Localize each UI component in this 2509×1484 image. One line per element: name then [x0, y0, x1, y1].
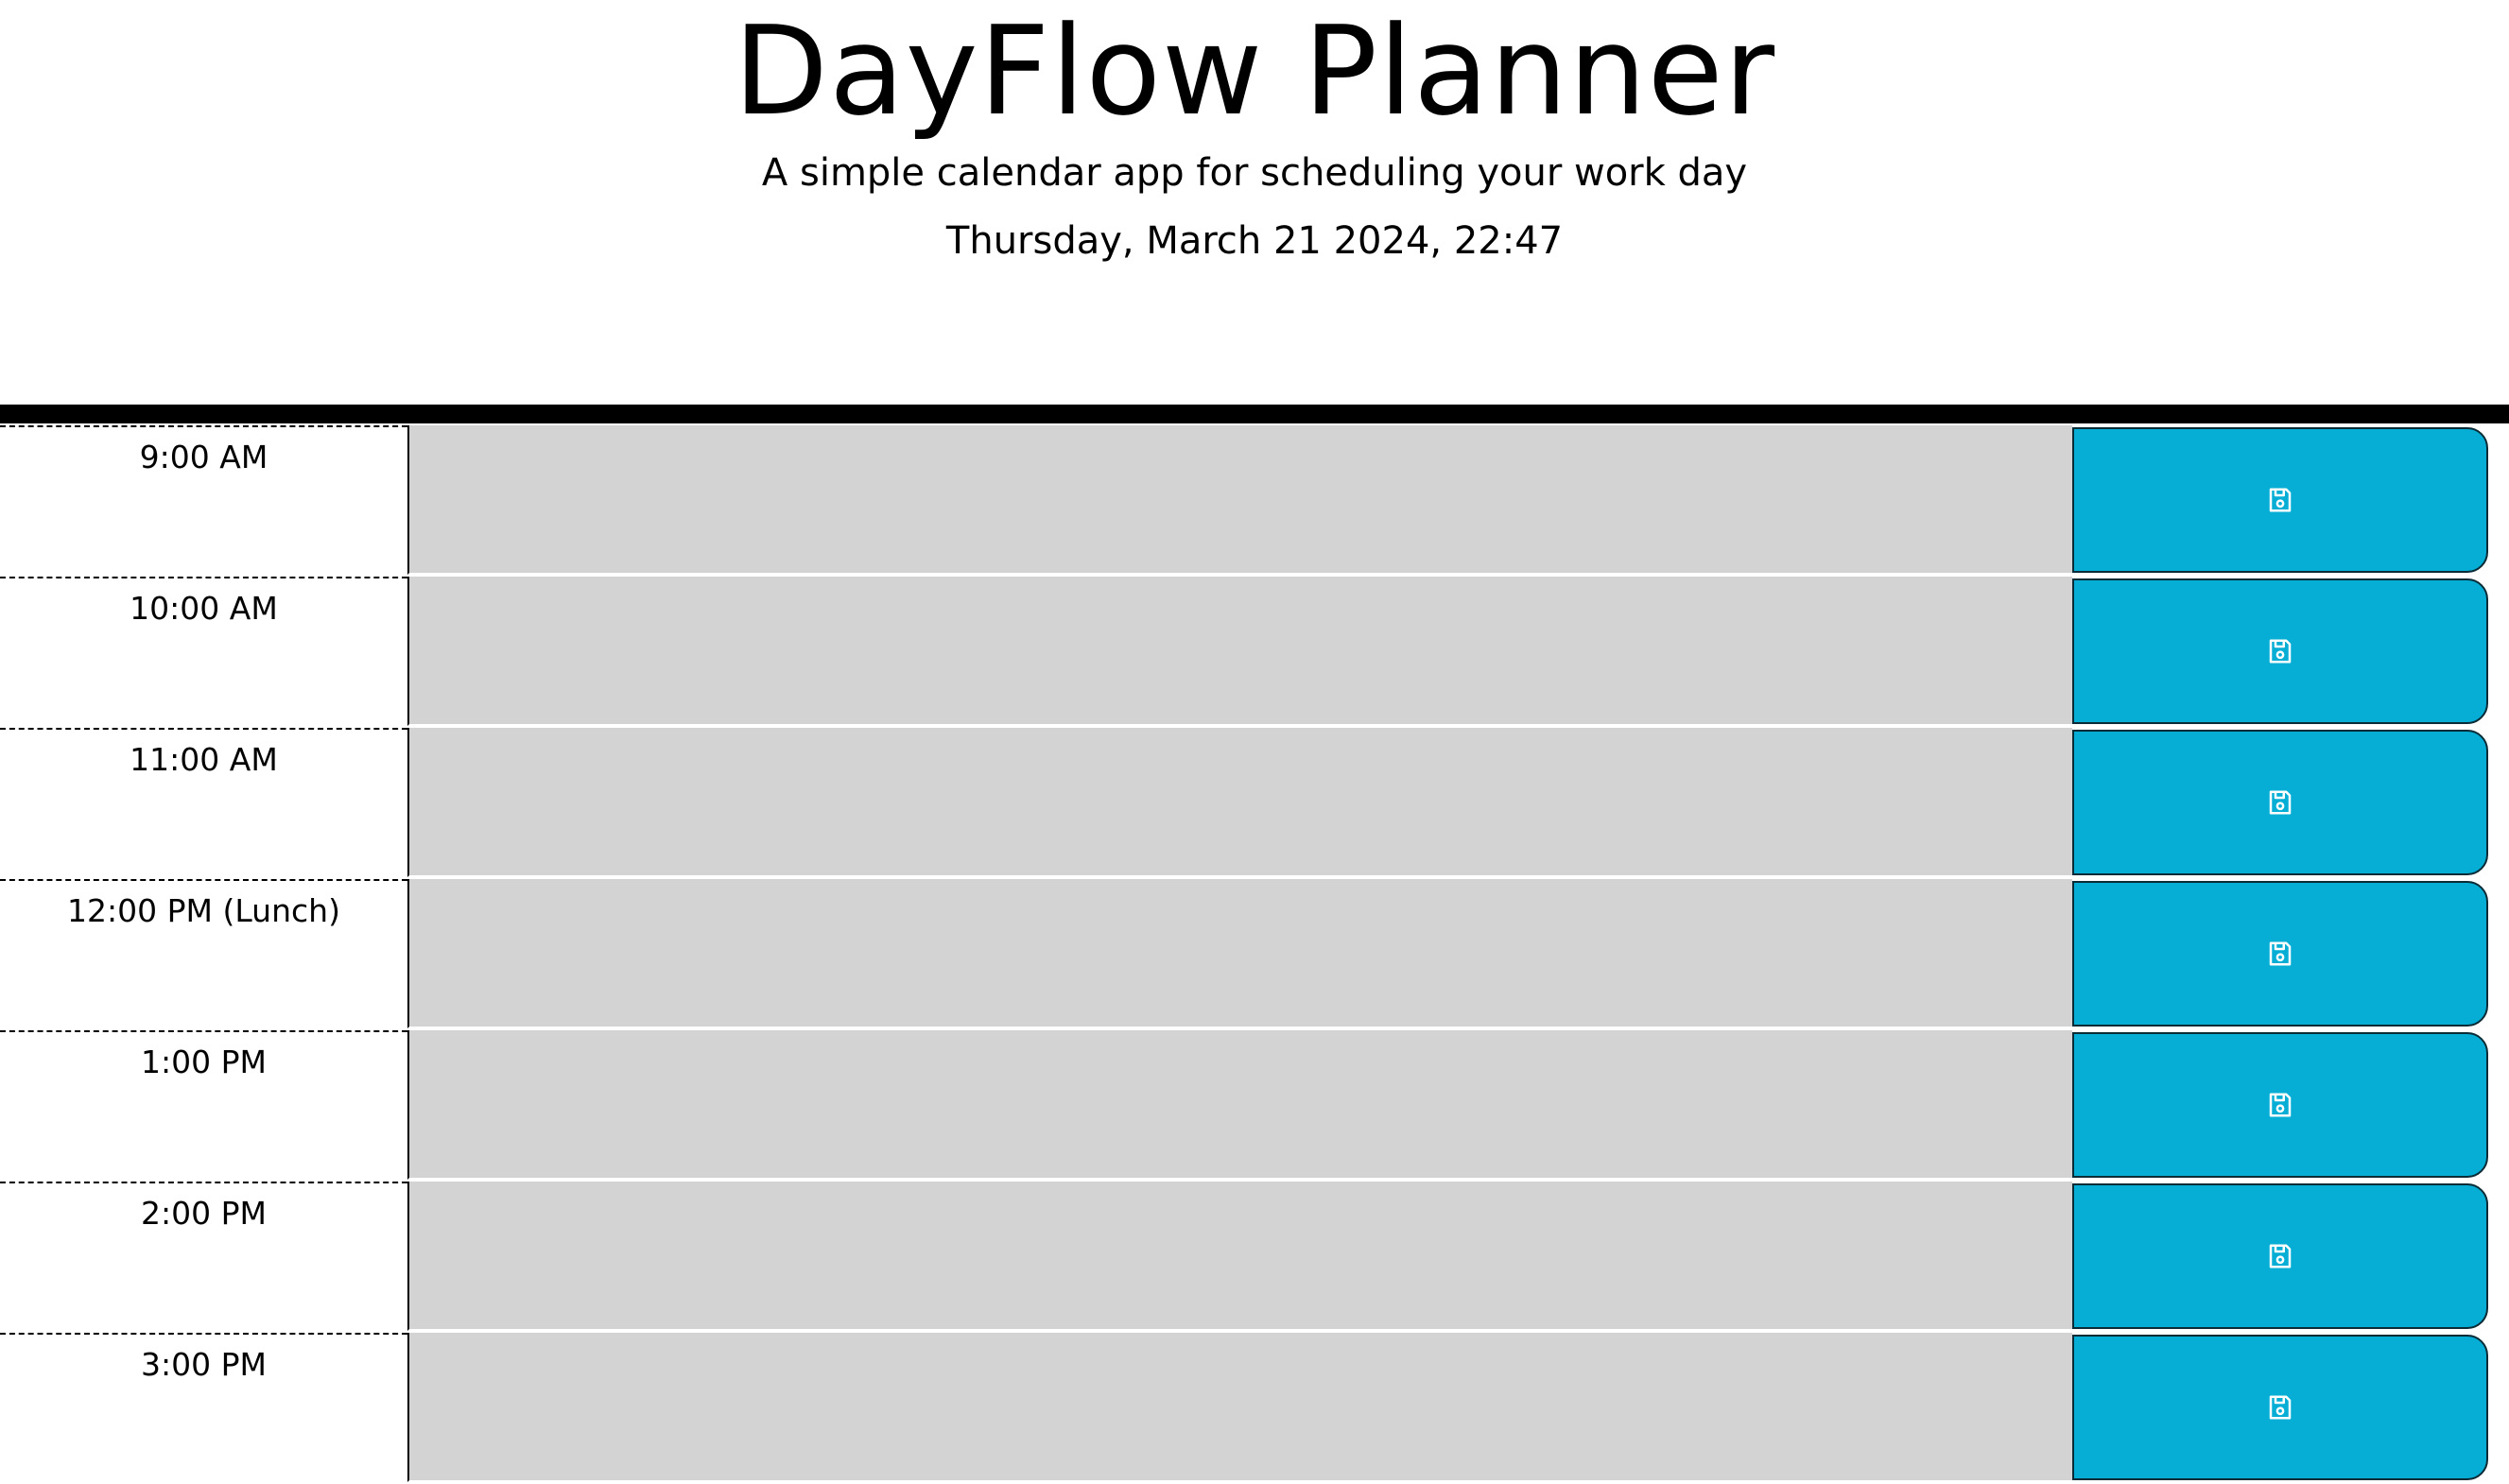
hour-label: 1:00 PM	[0, 1030, 407, 1180]
save-icon	[2266, 1393, 2294, 1422]
time-block-row: 1:00 PM	[0, 1030, 2509, 1182]
save-button[interactable]	[2072, 730, 2488, 875]
hour-label: 11:00 AM	[0, 728, 407, 877]
time-block-row: 3:00 PM	[0, 1333, 2509, 1484]
save-icon	[2266, 486, 2294, 514]
save-icon	[2266, 1091, 2294, 1119]
save-button[interactable]	[2072, 578, 2488, 724]
hour-label: 10:00 AM	[0, 577, 407, 726]
time-block-row: 2:00 PM	[0, 1182, 2509, 1333]
event-description-input[interactable]	[407, 1030, 2072, 1180]
event-description-input[interactable]	[407, 1182, 2072, 1331]
header-divider	[0, 405, 2509, 423]
hour-label: 3:00 PM	[0, 1333, 407, 1482]
hour-label: 12:00 PM (Lunch)	[0, 879, 407, 1028]
time-block-list: 9:00 AM 10:00 AM 11:00 AM 12:00 PM (Lunc…	[0, 425, 2509, 1484]
save-button[interactable]	[2072, 1183, 2488, 1329]
page-header: DayFlow Planner A simple calendar app fo…	[0, 0, 2509, 405]
event-description-input[interactable]	[407, 577, 2072, 726]
save-icon	[2266, 940, 2294, 968]
current-datetime: Thursday, March 21 2024, 22:47	[945, 219, 1564, 263]
save-icon	[2266, 637, 2294, 665]
time-block-row: 12:00 PM (Lunch)	[0, 879, 2509, 1030]
save-button[interactable]	[2072, 881, 2488, 1027]
event-description-input[interactable]	[407, 728, 2072, 877]
page-title: DayFlow Planner	[733, 0, 1776, 143]
save-button[interactable]	[2072, 427, 2488, 573]
time-block-row: 10:00 AM	[0, 577, 2509, 728]
event-description-input[interactable]	[407, 879, 2072, 1028]
save-icon	[2266, 1242, 2294, 1270]
time-block-row: 11:00 AM	[0, 728, 2509, 879]
time-block-row: 9:00 AM	[0, 425, 2509, 577]
hour-label: 2:00 PM	[0, 1182, 407, 1331]
save-button[interactable]	[2072, 1335, 2488, 1480]
event-description-input[interactable]	[407, 425, 2072, 575]
event-description-input[interactable]	[407, 1333, 2072, 1482]
hour-label: 9:00 AM	[0, 425, 407, 575]
save-button[interactable]	[2072, 1032, 2488, 1178]
save-icon	[2266, 788, 2294, 817]
page-subtitle: A simple calendar app for scheduling you…	[761, 151, 1748, 195]
